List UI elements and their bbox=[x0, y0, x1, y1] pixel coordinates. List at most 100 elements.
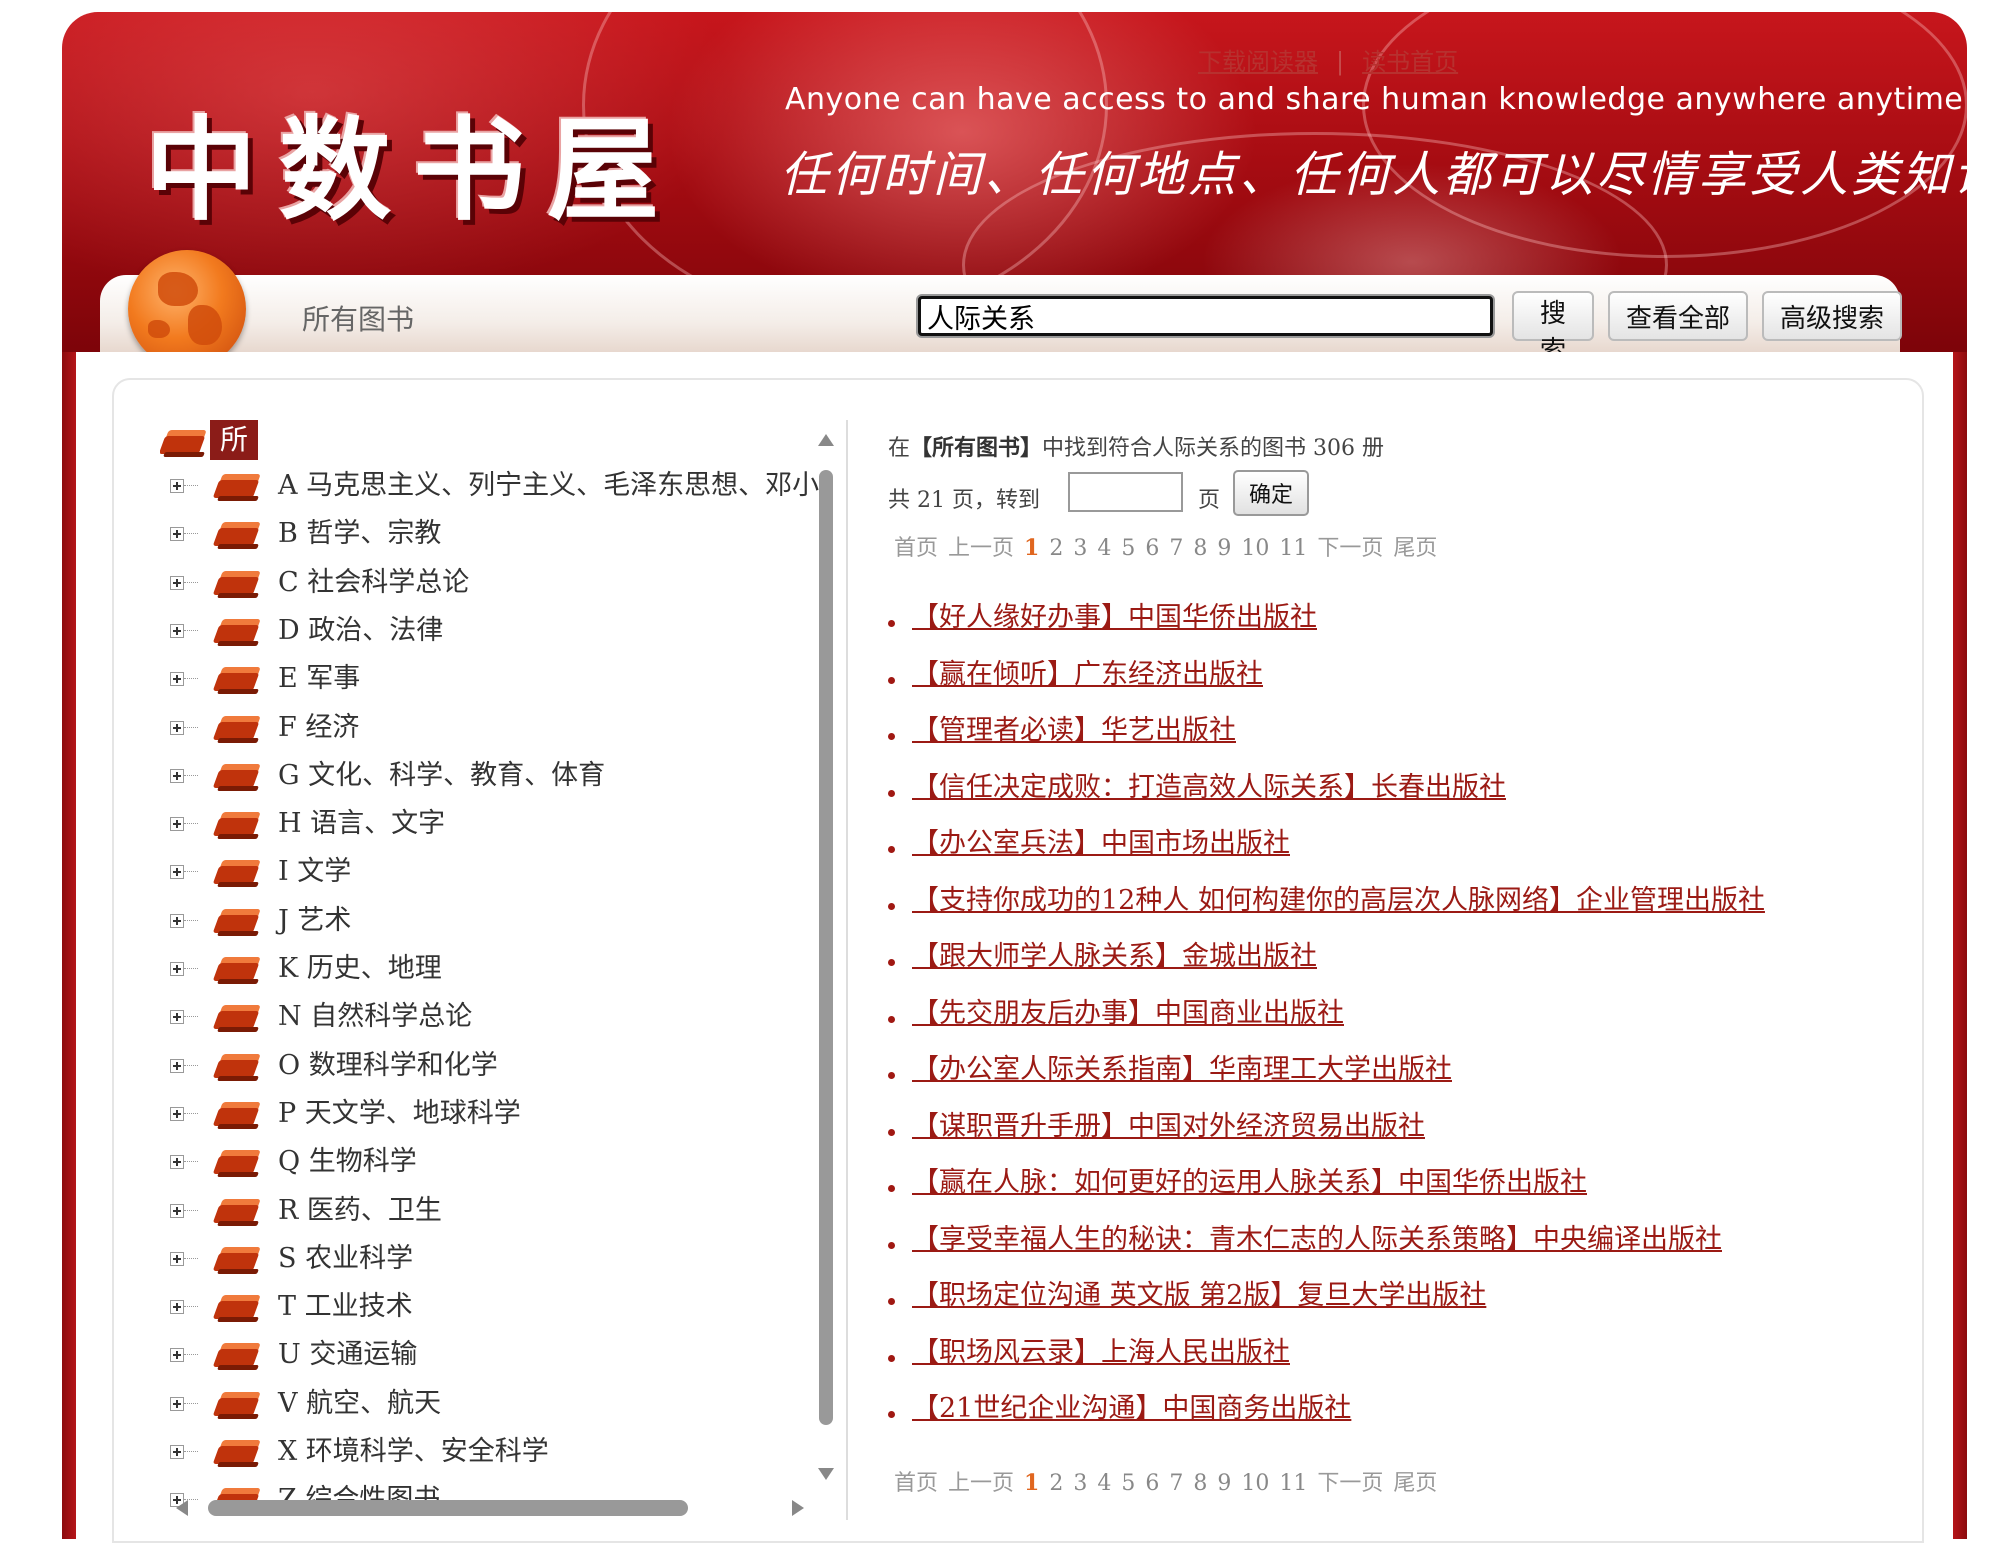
page-link[interactable]: 4 bbox=[1097, 536, 1111, 561]
tree-item-label[interactable]: U 交通运输 bbox=[278, 1333, 417, 1377]
page-link[interactable]: 11 bbox=[1279, 536, 1307, 561]
page-link[interactable]: 7 bbox=[1169, 536, 1183, 561]
tree-item-label[interactable]: F 经济 bbox=[278, 706, 359, 750]
tree-item-label[interactable]: G 文化、科学、教育、体育 bbox=[278, 754, 605, 798]
page-link[interactable]: 10 bbox=[1241, 1471, 1269, 1496]
tree-item[interactable]: Q 生物科学 bbox=[170, 1140, 820, 1184]
page-link[interactable]: 10 bbox=[1241, 536, 1269, 561]
page-link[interactable]: 4 bbox=[1097, 1471, 1111, 1496]
expand-icon[interactable] bbox=[170, 1348, 184, 1363]
tree-item-label[interactable]: P 天文学、地球科学 bbox=[278, 1092, 521, 1136]
tree-item-label[interactable]: C 社会科学总论 bbox=[278, 561, 469, 605]
book-link[interactable]: 【谋职晋升手册】中国对外经济贸易出版社 bbox=[912, 1111, 1425, 1142]
search-input[interactable] bbox=[918, 296, 1493, 336]
download-reader-link[interactable]: 下载阅读器 bbox=[1198, 48, 1318, 76]
tree-root-label[interactable]: 所有图书 bbox=[210, 420, 259, 576]
tree-item-label[interactable]: I 文学 bbox=[278, 850, 351, 894]
expand-icon[interactable] bbox=[170, 623, 184, 638]
tree-item-label[interactable]: D 政治、法律 bbox=[278, 609, 443, 653]
page-link[interactable]: 3 bbox=[1073, 1471, 1087, 1496]
tree-item[interactable]: R 医药、卫生 bbox=[170, 1189, 820, 1233]
tree-item[interactable]: P 天文学、地球科学 bbox=[170, 1092, 820, 1136]
book-link[interactable]: 【赢在人脉：如何更好的运用人脉关系】中国华侨出版社 bbox=[912, 1167, 1587, 1198]
tree-item[interactable]: O 数理科学和化学 bbox=[170, 1044, 820, 1088]
page-link[interactable]: 7 bbox=[1169, 1471, 1183, 1496]
tree-item-label[interactable]: N 自然科学总论 bbox=[278, 995, 472, 1039]
last-page-link[interactable]: 尾页 bbox=[1393, 1471, 1437, 1496]
next-page-link[interactable]: 下一页 bbox=[1317, 1471, 1383, 1496]
book-link[interactable]: 【办公室人际关系指南】华南理工大学出版社 bbox=[912, 1054, 1452, 1085]
page-link[interactable]: 8 bbox=[1193, 536, 1207, 561]
tree-item-label[interactable]: O 数理科学和化学 bbox=[278, 1044, 498, 1088]
expand-icon[interactable] bbox=[170, 1155, 184, 1170]
book-link[interactable]: 【先交朋友后办事】中国商业出版社 bbox=[912, 998, 1344, 1029]
expand-icon[interactable] bbox=[170, 1445, 184, 1459]
scroll-right-icon[interactable] bbox=[792, 1500, 804, 1516]
tree-item-label[interactable]: A 马克思主义、列宁主义、毛泽东思想、邓小平理论 bbox=[278, 464, 820, 508]
scroll-down-icon[interactable] bbox=[818, 1468, 834, 1480]
tree-item-label[interactable]: X 环境科学、安全科学 bbox=[278, 1430, 549, 1474]
site-logo[interactable]: 中数书屋 bbox=[145, 80, 681, 242]
tree-item-label[interactable]: B 哲学、宗教 bbox=[278, 512, 441, 556]
view-all-button[interactable]: 查看全部 bbox=[1608, 291, 1748, 341]
tree-item-label[interactable]: Q 生物科学 bbox=[278, 1140, 417, 1184]
scroll-left-icon[interactable] bbox=[176, 1500, 188, 1516]
first-page-link[interactable]: 首页 bbox=[894, 1471, 938, 1496]
tree-item[interactable]: E 军事 bbox=[170, 657, 820, 701]
tree-item[interactable]: J 艺术 bbox=[170, 899, 820, 943]
page-link[interactable]: 2 bbox=[1049, 1471, 1063, 1496]
page-link[interactable]: 6 bbox=[1145, 1471, 1159, 1496]
expand-icon[interactable] bbox=[170, 1106, 184, 1121]
expand-icon[interactable] bbox=[170, 768, 184, 783]
page-link[interactable]: 9 bbox=[1217, 536, 1231, 561]
expand-icon[interactable] bbox=[170, 1396, 184, 1411]
reading-home-link[interactable]: 读书首页 bbox=[1362, 48, 1458, 76]
first-page-link[interactable]: 首页 bbox=[894, 536, 938, 561]
tree-item[interactable]: N 自然科学总论 bbox=[170, 995, 820, 1039]
tree-item-label[interactable]: T 工业技术 bbox=[278, 1285, 413, 1329]
tree-item-label[interactable]: K 历史、地理 bbox=[278, 947, 442, 991]
page-link[interactable]: 2 bbox=[1049, 536, 1063, 561]
tree-item[interactable]: U 交通运输 bbox=[170, 1333, 820, 1377]
expand-icon[interactable] bbox=[170, 720, 184, 735]
tree-item[interactable]: F 经济 bbox=[170, 706, 820, 750]
tree-item[interactable]: B 哲学、宗教 bbox=[170, 512, 820, 556]
book-link[interactable]: 【跟大师学人脉关系】金城出版社 bbox=[912, 941, 1317, 972]
tree-item-label[interactable]: R 医药、卫生 bbox=[278, 1189, 442, 1233]
page-link[interactable]: 8 bbox=[1193, 1471, 1207, 1496]
tree-item[interactable]: S 农业科学 bbox=[170, 1237, 820, 1281]
tree-item[interactable]: H 语言、文字 bbox=[170, 802, 820, 846]
prev-page-link[interactable]: 上一页 bbox=[948, 536, 1014, 561]
scroll-thumb[interactable] bbox=[208, 1500, 688, 1516]
scroll-thumb[interactable] bbox=[819, 470, 833, 1425]
expand-icon[interactable] bbox=[170, 1010, 184, 1025]
expand-icon[interactable] bbox=[170, 865, 184, 880]
tree-item[interactable]: A 马克思主义、列宁主义、毛泽东思想、邓小平理论 bbox=[170, 464, 820, 508]
tree-item-label[interactable]: S 农业科学 bbox=[278, 1237, 413, 1281]
tree-item-label[interactable]: H 语言、文字 bbox=[278, 802, 445, 846]
expand-icon[interactable] bbox=[170, 1300, 184, 1315]
tree-item[interactable]: V 航空、航天 bbox=[170, 1382, 820, 1426]
book-link[interactable]: 【信任决定成败：打造高效人际关系】长春出版社 bbox=[912, 772, 1506, 803]
book-link[interactable]: 【职场定位沟通 英文版 第2版】复旦大学出版社 bbox=[912, 1280, 1486, 1311]
tree-item[interactable]: G 文化、科学、教育、体育 bbox=[170, 754, 820, 798]
tree-item[interactable]: X 环境科学、安全科学 bbox=[170, 1430, 820, 1474]
book-link[interactable]: 【支持你成功的12种人 如何构建你的高层次人脉网络】企业管理出版社 bbox=[912, 885, 1765, 916]
book-link[interactable]: 【赢在倾听】广东经济出版社 bbox=[912, 659, 1263, 690]
expand-icon[interactable] bbox=[170, 962, 184, 976]
page-link[interactable]: 3 bbox=[1073, 536, 1087, 561]
expand-icon[interactable] bbox=[170, 1203, 184, 1218]
tree-item-label[interactable]: E 军事 bbox=[278, 657, 360, 701]
tree-item[interactable]: K 历史、地理 bbox=[170, 947, 820, 991]
tree-item[interactable]: C 社会科学总论 bbox=[170, 561, 820, 605]
prev-page-link[interactable]: 上一页 bbox=[948, 1471, 1014, 1496]
advanced-search-button[interactable]: 高级搜索 bbox=[1762, 291, 1902, 341]
tree-vertical-scrollbar[interactable] bbox=[815, 430, 837, 1480]
page-link[interactable]: 11 bbox=[1279, 1471, 1307, 1496]
expand-icon[interactable] bbox=[170, 575, 184, 590]
page-link[interactable]: 9 bbox=[1217, 1471, 1231, 1496]
book-link[interactable]: 【好人缘好办事】中国华侨出版社 bbox=[912, 602, 1317, 633]
next-page-link[interactable]: 下一页 bbox=[1317, 536, 1383, 561]
tree-item-label[interactable]: V 航空、航天 bbox=[278, 1382, 441, 1426]
tree-item-label[interactable]: J 艺术 bbox=[278, 899, 351, 943]
